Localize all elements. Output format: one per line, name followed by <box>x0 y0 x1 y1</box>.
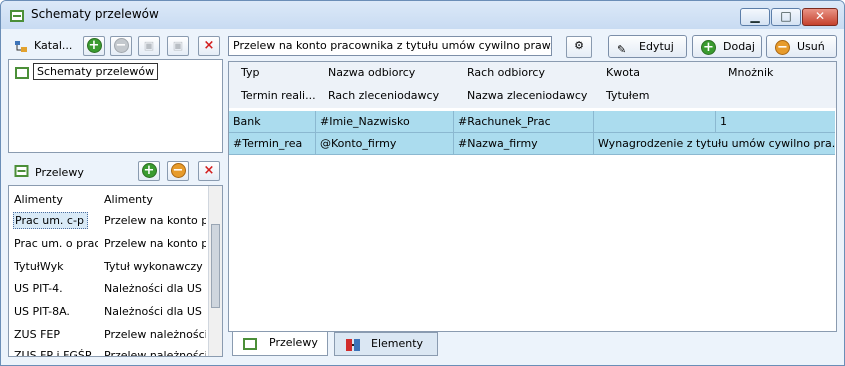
settings-button[interactable]: ⚙ <box>566 36 592 58</box>
table-cell: Wynagrodzenie z tytułu umów cywilno pra.… <box>598 137 835 150</box>
minimize-button[interactable]: ▁ <box>740 8 770 26</box>
minus-icon: − <box>113 38 129 53</box>
close-icon: × <box>203 163 215 178</box>
edit-label: Edytuj <box>639 40 674 53</box>
scheme-description-input[interactable]: Przelew na konto pracownika z tytułu umó… <box>228 36 552 56</box>
add-button[interactable]: + Dodaj <box>692 35 762 58</box>
transfers-icon <box>14 165 29 177</box>
header-recipient-name[interactable]: Nazwa odbiorcy <box>328 62 415 84</box>
plus-icon: + <box>141 163 157 178</box>
list-item-description[interactable]: Przelew należności <box>104 349 206 356</box>
maximize-button[interactable]: □ <box>771 8 801 26</box>
tab-elements[interactable]: Elementy <box>334 332 438 356</box>
add-catalog-button[interactable]: + <box>83 36 105 56</box>
transfers-title: Przelewy <box>35 166 84 179</box>
table-cell: #Rachunek_Prac <box>454 111 594 132</box>
header-type[interactable]: Typ <box>241 62 260 84</box>
list-item-code[interactable]: US PIT-4. <box>14 282 98 295</box>
table-cell: @Konto_firmy <box>316 133 454 154</box>
list-item-description[interactable]: Należności dla US o <box>104 282 206 295</box>
list-item-code[interactable]: Alimenty <box>14 193 98 206</box>
table-row[interactable]: #Termin_rea @Konto_firmy #Nazwa_firmy Wy… <box>229 133 835 155</box>
list-item-code[interactable]: US PIT-8A. <box>14 305 98 318</box>
tab-transfers[interactable]: Przelewy <box>232 332 328 356</box>
header-recipient-account[interactable]: Rach odbiorcy <box>467 62 545 84</box>
plus-icon: + <box>86 38 102 53</box>
folder-add-button[interactable]: ▣ <box>138 36 160 56</box>
wrench-icon: ⚙ <box>574 39 584 52</box>
edit-button[interactable]: ✎ Edytuj <box>608 35 687 58</box>
pencil-icon: ✎ <box>617 43 627 56</box>
transfer-schemes-window: Schematy przelewów ▁ □ ✕ Katal... + − ▣ … <box>0 0 845 366</box>
window-title: Schematy przelewów <box>31 7 159 21</box>
list-item-description[interactable]: Przelew należności <box>104 328 206 341</box>
delete-transfer-button[interactable]: × <box>198 161 220 181</box>
tab-transfers-label: Przelewy <box>269 336 318 349</box>
list-item-description[interactable]: Alimenty <box>104 193 206 206</box>
table-cell: #Nazwa_firmy <box>454 133 594 154</box>
minus-icon: − <box>170 163 186 178</box>
app-icon <box>10 10 24 22</box>
elements-icon <box>346 339 360 351</box>
list-item-code[interactable]: ZUS FP i FGŚP <box>14 349 98 356</box>
plus-icon: + <box>701 40 716 55</box>
transfers-icon <box>243 338 257 350</box>
transfer-list: Alimenty Alimenty Prac um. c-p Przelew n… <box>8 185 223 357</box>
scheme-folder-icon <box>15 67 29 79</box>
folder-icon: ▣ <box>172 39 184 52</box>
title-bar: Schematy przelewów ▁ □ ✕ <box>1 1 844 29</box>
close-icon: × <box>203 38 215 53</box>
scrollbar-thumb[interactable] <box>211 224 220 308</box>
catalog-tree: Schematy przelewów <box>8 59 223 153</box>
table-cell <box>594 111 716 132</box>
add-transfer-button[interactable]: + <box>138 161 160 181</box>
add-label: Dodaj <box>723 40 755 53</box>
minus-icon: − <box>775 40 790 55</box>
table-cell: Bank <box>229 111 316 132</box>
table-row[interactable]: Bank #Imie_Nazwisko #Rachunek_Prac 1 <box>229 111 835 133</box>
vertical-scrollbar[interactable] <box>208 186 222 356</box>
header-title[interactable]: Tytułem <box>606 85 649 107</box>
header-amount[interactable]: Kwota <box>606 62 640 84</box>
catalog-tree-icon <box>15 41 27 52</box>
header-multiplier[interactable]: Mnożnik <box>728 62 773 84</box>
table-cell: #Termin_rea <box>229 133 316 154</box>
close-window-button[interactable]: ✕ <box>802 8 838 26</box>
table-cell: #Imie_Nazwisko <box>316 111 454 132</box>
list-item-description[interactable]: Przelew na konto pr <box>104 237 206 250</box>
list-item-description[interactable]: Należności dla US o <box>104 305 206 318</box>
list-item-code[interactable]: TytułWyk <box>14 260 98 273</box>
delete-label: Usuń <box>797 40 825 53</box>
list-item-code[interactable]: Prac um. c-p <box>13 212 88 229</box>
list-item-code[interactable]: ZUS FEP <box>14 328 98 341</box>
tree-root-item[interactable]: Schematy przelewów <box>33 63 159 80</box>
list-item-description[interactable]: Tytuł wykonawczy <box>104 260 206 273</box>
grid-header: Typ Nazwa odbiorcy Rach odbiorcy Kwota M… <box>229 62 836 108</box>
table-cell: 1 <box>720 115 727 128</box>
delete-button[interactable]: − Usuń <box>766 35 837 58</box>
delete-catalog-button[interactable]: × <box>198 36 220 56</box>
folder-edit-button[interactable]: ▣ <box>167 36 189 56</box>
tab-elements-label: Elementy <box>371 337 424 350</box>
catalog-label[interactable]: Katal... <box>34 39 72 52</box>
header-principal-name[interactable]: Nazwa zleceniodawcy <box>467 85 587 107</box>
folder-icon: ▣ <box>143 39 155 52</box>
remove-catalog-button[interactable]: − <box>110 36 132 56</box>
list-item-code[interactable]: Prac um. o prac <box>14 237 98 250</box>
list-item-description[interactable]: Przelew na konto pr <box>104 214 206 227</box>
transfer-grid: Typ Nazwa odbiorcy Rach odbiorcy Kwota M… <box>228 61 837 332</box>
header-due-date[interactable]: Termin reali... <box>241 85 316 107</box>
header-principal-account[interactable]: Rach zleceniodawcy <box>328 85 439 107</box>
remove-transfer-button[interactable]: − <box>167 161 189 181</box>
